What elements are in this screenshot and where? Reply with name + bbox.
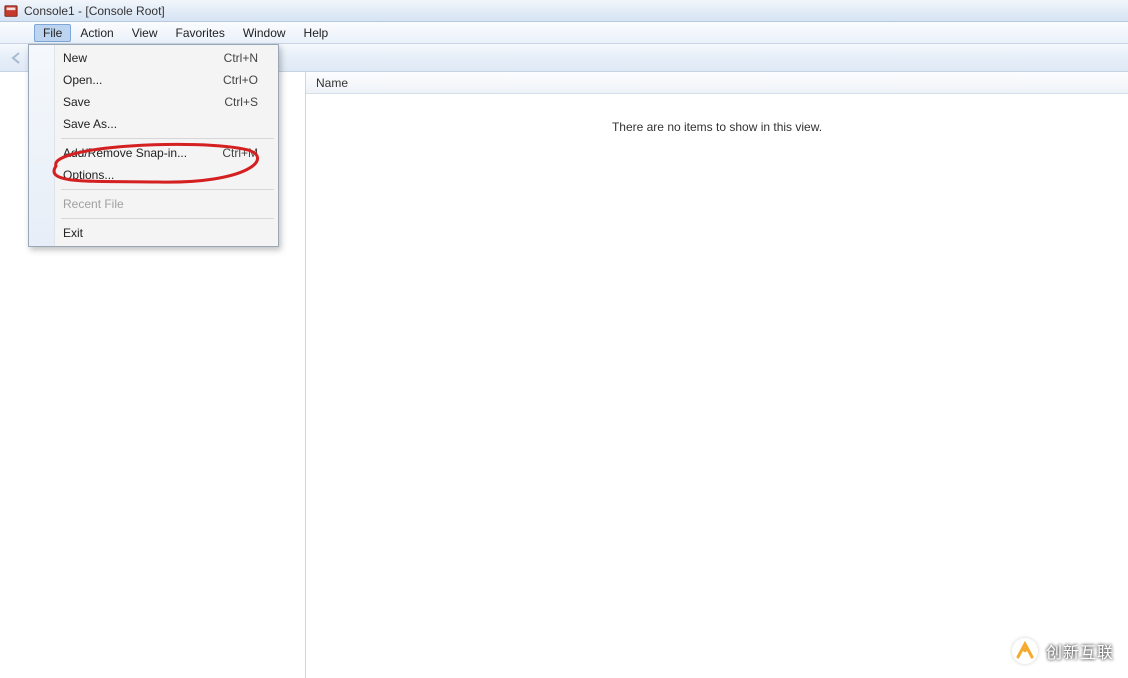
menubar: File Action View Favorites Window Help: [0, 22, 1128, 44]
file-menu-item-exit[interactable]: Exit: [31, 222, 276, 244]
file-dropdown: New Ctrl+N Open... Ctrl+O Save Ctrl+S Save As.…: [28, 44, 279, 247]
file-menu-item-open[interactable]: Open... Ctrl+O: [31, 69, 276, 91]
menu-item-label: Save: [63, 95, 90, 109]
menu-window[interactable]: Window: [234, 24, 295, 42]
pane-body: There are no items to show in this view.: [306, 94, 1128, 678]
menu-item-label: Options...: [63, 168, 114, 182]
file-menu-item-save-as[interactable]: Save As...: [31, 113, 276, 135]
menu-item-label: Add/Remove Snap-in...: [63, 146, 187, 160]
menu-view[interactable]: View: [123, 24, 167, 42]
menu-item-label: Exit: [63, 226, 83, 240]
main-pane: Name There are no items to show in this …: [305, 72, 1128, 678]
file-menu-item-save[interactable]: Save Ctrl+S: [31, 91, 276, 113]
empty-message: There are no items to show in this view.: [612, 120, 822, 134]
menu-separator: [61, 138, 274, 139]
app-icon: [4, 4, 18, 18]
titlebar: Console1 - [Console Root]: [0, 0, 1128, 22]
window-title: Console1 - [Console Root]: [24, 4, 165, 18]
column-header-name[interactable]: Name: [306, 72, 1128, 94]
menu-help[interactable]: Help: [295, 24, 338, 42]
watermark-text: 创新互联: [1046, 639, 1114, 663]
menu-item-shortcut: Ctrl+O: [223, 73, 258, 87]
menu-item-label: Save As...: [63, 117, 117, 131]
menu-separator: [61, 189, 274, 190]
menu-item-shortcut: Ctrl+S: [224, 95, 258, 109]
watermark: 创新互联: [1012, 638, 1114, 664]
menu-separator: [61, 218, 274, 219]
menu-file[interactable]: File: [34, 24, 71, 42]
watermark-icon: [1012, 638, 1038, 664]
menu-favorites[interactable]: Favorites: [167, 24, 234, 42]
back-button[interactable]: [6, 47, 28, 69]
menu-item-label: Recent File: [63, 197, 124, 211]
file-menu-item-add-remove-snap-in[interactable]: Add/Remove Snap-in... Ctrl+M: [31, 142, 276, 164]
file-menu-item-options[interactable]: Options...: [31, 164, 276, 186]
file-menu-item-recent-file: Recent File: [31, 193, 276, 215]
menu-item-label: New: [63, 51, 87, 65]
menu-item-shortcut: Ctrl+M: [222, 146, 258, 160]
menu-action[interactable]: Action: [71, 24, 122, 42]
menu-item-shortcut: Ctrl+N: [224, 51, 258, 65]
file-menu-item-new[interactable]: New Ctrl+N: [31, 47, 276, 69]
menu-item-label: Open...: [63, 73, 102, 87]
